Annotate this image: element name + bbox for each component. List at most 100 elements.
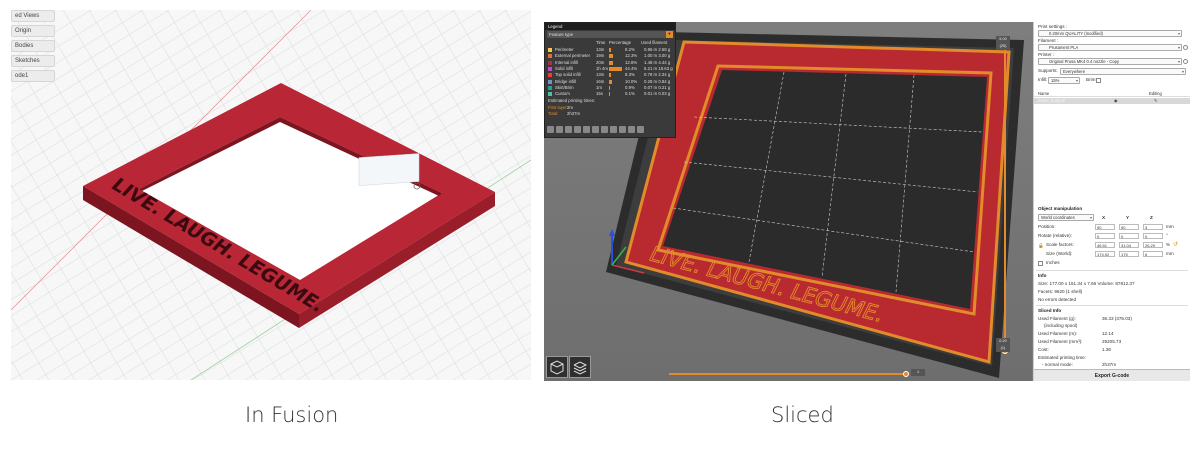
rotate-x-input[interactable]: 0 bbox=[1095, 233, 1115, 239]
normal-mode-value: 2h37m bbox=[1102, 362, 1117, 367]
legend-row[interactable]: Internal infill 20m 12.8% 1.48 m 4.44 g bbox=[547, 60, 673, 66]
legend-row-bar bbox=[609, 79, 612, 84]
lock-icon[interactable]: 🔒 bbox=[1038, 243, 1044, 249]
gear-icon[interactable] bbox=[1183, 45, 1188, 50]
size-z-input[interactable]: 6 bbox=[1143, 251, 1163, 257]
wipe-icon[interactable] bbox=[556, 126, 563, 133]
slicer-window: LIVE. LAUGH. LEGUME. Legend Feature type… bbox=[544, 22, 1190, 381]
gear-icon[interactable] bbox=[1183, 59, 1188, 64]
legend-row-pct: 8.2% bbox=[625, 47, 635, 52]
tool-marker-icon[interactable] bbox=[637, 126, 644, 133]
browser-item-origin[interactable]: Origin bbox=[11, 25, 55, 37]
legend-row-used: 1.00 m 3.00 g bbox=[644, 53, 671, 59]
size-y-input[interactable]: 175 bbox=[1119, 251, 1139, 257]
used-mm3-value: 29205.73 bbox=[1102, 339, 1122, 344]
legend-row-name: External perimeter bbox=[555, 53, 591, 59]
moves-slider-value: 1 bbox=[911, 369, 925, 376]
legend-row-bar bbox=[609, 66, 623, 71]
shells-icon[interactable] bbox=[628, 126, 635, 133]
legend-row-used: 0.01 m 0.03 g bbox=[644, 91, 671, 97]
legend-row-used: 1.48 m 4.44 g bbox=[644, 59, 671, 65]
browser-item-sketches[interactable]: Sketches bbox=[11, 55, 55, 67]
object-list-item[interactable]: frame_body.stl ◉ ✎ bbox=[1034, 98, 1190, 104]
reset-icon[interactable]: ↺ bbox=[1173, 241, 1178, 248]
legend-row[interactable]: Skirt/Brim 1m 0.9% 0.07 m 0.21 g bbox=[547, 85, 673, 91]
legend-row[interactable]: Custom 15s 0.1% 0.01 m 0.03 g bbox=[547, 91, 673, 97]
position-x-input[interactable]: 90 bbox=[1095, 224, 1115, 230]
coordinates-select[interactable]: World coordinates ▾ bbox=[1038, 214, 1094, 221]
travel-icon[interactable] bbox=[547, 126, 554, 133]
eye-icon[interactable]: ◉ bbox=[1114, 98, 1118, 104]
legend-row-pct: 0.9% bbox=[625, 84, 635, 90]
size-label: Size (World): bbox=[1046, 251, 1073, 256]
pause-icon[interactable] bbox=[610, 126, 617, 133]
caption-sliced: Sliced bbox=[771, 403, 834, 427]
legend-panel: Legend Feature type ▾ Time Percentage Us… bbox=[544, 22, 676, 138]
legend-row-pct: 12.8% bbox=[625, 59, 638, 65]
size-x-input[interactable]: 174.92 bbox=[1095, 251, 1115, 257]
inches-checkbox[interactable] bbox=[1038, 261, 1043, 266]
browser-item-node[interactable]: ode1 bbox=[11, 70, 55, 82]
legend-row-used: 0.78 m 2.34 g bbox=[644, 72, 671, 78]
legend-row[interactable]: Solid infill 1h 4m 44.4% 6.21 m 18.63 g bbox=[547, 66, 673, 72]
position-y-input[interactable]: 90 bbox=[1119, 224, 1139, 230]
fusion-viewport[interactable]: LIVE. LAUGH. LEGUME. ed Views Origin Bod… bbox=[11, 10, 531, 380]
legend-view-type-select[interactable]: Feature type ▾ bbox=[547, 31, 673, 38]
browser-item-bodies[interactable]: Bodies bbox=[11, 40, 55, 52]
rotate-y-input[interactable]: 0 bbox=[1119, 233, 1139, 239]
view-3d-button[interactable] bbox=[546, 356, 568, 378]
layer-slider[interactable] bbox=[1002, 36, 1008, 356]
info-size: Size: 177.00 x 161.34 x 7.66 Volume: 878… bbox=[1038, 281, 1135, 286]
scale-unit: % bbox=[1166, 242, 1171, 247]
chevron-down-icon: ▾ bbox=[1177, 59, 1180, 64]
browser-item-views[interactable]: ed Views bbox=[11, 10, 55, 22]
moves-slider-knob[interactable] bbox=[903, 371, 909, 377]
legend-row[interactable]: Bridge infill 16m 10.0% 0.28 m 0.84 g bbox=[547, 79, 673, 85]
deretraction-icon[interactable] bbox=[574, 126, 581, 133]
layer-slider-track bbox=[1004, 44, 1006, 349]
divider bbox=[1036, 305, 1188, 306]
scale-y-input[interactable]: 41.04 bbox=[1119, 242, 1139, 248]
export-gcode-button[interactable]: Export G-code bbox=[1034, 369, 1190, 381]
moves-slider[interactable] bbox=[669, 371, 909, 377]
custom-gcode-icon[interactable] bbox=[619, 126, 626, 133]
rotate-z-input[interactable]: 0 bbox=[1143, 233, 1163, 239]
axis-x-label: X bbox=[1102, 215, 1106, 220]
color-change-icon[interactable] bbox=[601, 126, 608, 133]
legend-row-pct: 0.1% bbox=[625, 91, 635, 97]
position-z-input[interactable]: 3 bbox=[1143, 224, 1163, 230]
legend-row[interactable]: Perimeter 13m 8.2% 0.86 m 2.58 g bbox=[547, 47, 673, 53]
legend-row-bar bbox=[609, 92, 610, 97]
legend-row-name: Top solid infill bbox=[555, 72, 581, 78]
filament-select[interactable]: Prusament PLA ▾ bbox=[1038, 44, 1182, 51]
tool-change-icon[interactable] bbox=[592, 126, 599, 133]
legend-row-time: 19m bbox=[596, 53, 605, 59]
rotate-unit: ° bbox=[1166, 233, 1168, 238]
retraction-icon[interactable] bbox=[565, 126, 572, 133]
legend-row[interactable]: Top solid infill 13m 8.3% 0.78 m 2.34 g bbox=[547, 72, 673, 78]
legend-swatch bbox=[548, 66, 552, 71]
slicer-viewport[interactable]: LIVE. LAUGH. LEGUME. Legend Feature type… bbox=[544, 22, 1032, 381]
seams-icon[interactable] bbox=[583, 126, 590, 133]
brim-checkbox[interactable] bbox=[1096, 78, 1101, 83]
cube-icon bbox=[550, 360, 564, 375]
print-settings-select[interactable]: 0.20mm QUALITY (modified) ▾ bbox=[1038, 30, 1182, 37]
view-preview-button[interactable] bbox=[569, 356, 591, 378]
legend-first-layer-label: First layer: bbox=[548, 105, 569, 110]
legend-row-bar bbox=[609, 54, 613, 59]
infill-select[interactable]: 15% ▾ bbox=[1048, 77, 1080, 84]
caption-fusion: In Fusion bbox=[245, 403, 339, 427]
scale-x-input[interactable]: 46.51 bbox=[1095, 242, 1115, 248]
layer-top-value: 5.00 bbox=[996, 36, 1010, 43]
chevron-down-icon: ▾ bbox=[1181, 69, 1184, 74]
printer-select[interactable]: Original Prusa MK4 0.4 nozzle - Copy ▾ bbox=[1038, 58, 1182, 65]
cost-value: 1.36 bbox=[1102, 347, 1111, 352]
legend-row-used: 0.28 m 0.84 g bbox=[644, 78, 671, 84]
scale-z-input[interactable]: 26.29 bbox=[1143, 242, 1163, 248]
legend-row[interactable]: External perimeter 19m 12.3% 1.00 m 3.00 g bbox=[547, 53, 673, 59]
supports-select[interactable]: Everywhere ▾ bbox=[1060, 68, 1186, 75]
legend-row-name: Internal infill bbox=[555, 59, 578, 65]
legend-total-label: Total: bbox=[548, 111, 559, 116]
edit-icon[interactable]: ✎ bbox=[1154, 98, 1158, 104]
used-m-value: 12.14 bbox=[1102, 331, 1114, 336]
